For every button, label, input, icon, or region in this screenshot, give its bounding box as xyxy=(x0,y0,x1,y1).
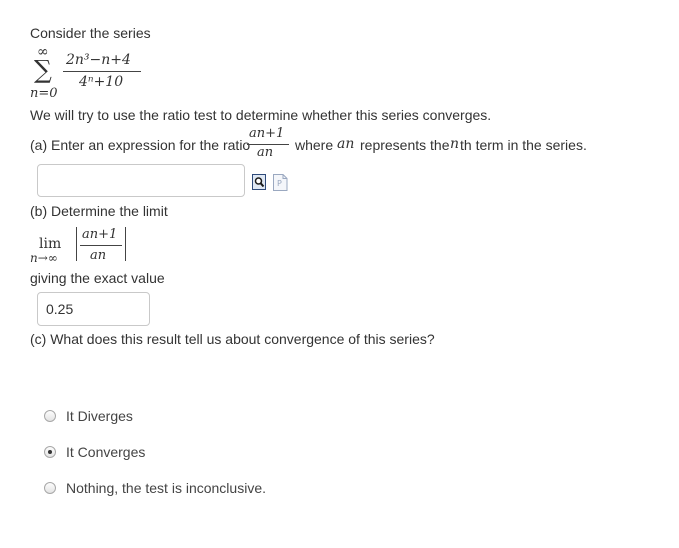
abs-bar-right xyxy=(125,227,126,261)
intro-text: Consider the series xyxy=(30,25,151,41)
document-help-icon[interactable]: P xyxy=(273,174,288,191)
part-a-suffix: th term in the series. xyxy=(460,137,587,153)
lim-text: lim xyxy=(39,236,62,252)
radio-selected-dot xyxy=(48,450,52,454)
radio-button[interactable] xyxy=(44,410,56,422)
part-a-where: where xyxy=(295,137,334,153)
series-fraction-bar xyxy=(63,71,141,72)
abs-bar-left xyxy=(76,227,77,261)
part-a-an: an xyxy=(337,136,355,152)
magnifier-preview-icon[interactable] xyxy=(252,174,267,191)
series-numerator: 2n³−n+4 xyxy=(66,52,131,68)
radio-label[interactable]: It Converges xyxy=(66,444,145,460)
sum-symbol: ∑ xyxy=(34,55,52,84)
radio-label[interactable]: It Diverges xyxy=(66,408,133,424)
lim-subscript: n→∞ xyxy=(30,251,58,265)
part-b-label: (b) Determine the limit xyxy=(30,203,168,219)
limit-denominator: an xyxy=(90,248,107,263)
limit-numerator: an+1 xyxy=(82,227,118,242)
radio-button[interactable] xyxy=(44,482,56,494)
series-denominator: 4ⁿ+10 xyxy=(79,74,124,90)
ratio-answer-input[interactable] xyxy=(37,164,245,197)
limit-answer-input[interactable] xyxy=(37,292,150,326)
limit-fraction-bar xyxy=(80,245,122,246)
svg-text:P: P xyxy=(277,179,282,188)
part-a-n: n xyxy=(450,136,460,152)
part-c-question: (c) What does this result tell us about … xyxy=(30,331,435,347)
sum-lower-limit: n=0 xyxy=(30,86,58,101)
ratio-denominator: an xyxy=(257,145,274,160)
ratio-test-intro: We will try to use the ratio test to det… xyxy=(30,107,492,123)
part-a-represents: represents the xyxy=(360,137,450,153)
part-a-prefix: (a) Enter an expression for the ratio xyxy=(30,137,251,153)
ratio-numerator: an+1 xyxy=(249,126,285,141)
radio-button-selected[interactable] xyxy=(44,446,56,458)
exact-value-label: giving the exact value xyxy=(30,270,165,286)
radio-label[interactable]: Nothing, the test is inconclusive. xyxy=(66,480,266,496)
